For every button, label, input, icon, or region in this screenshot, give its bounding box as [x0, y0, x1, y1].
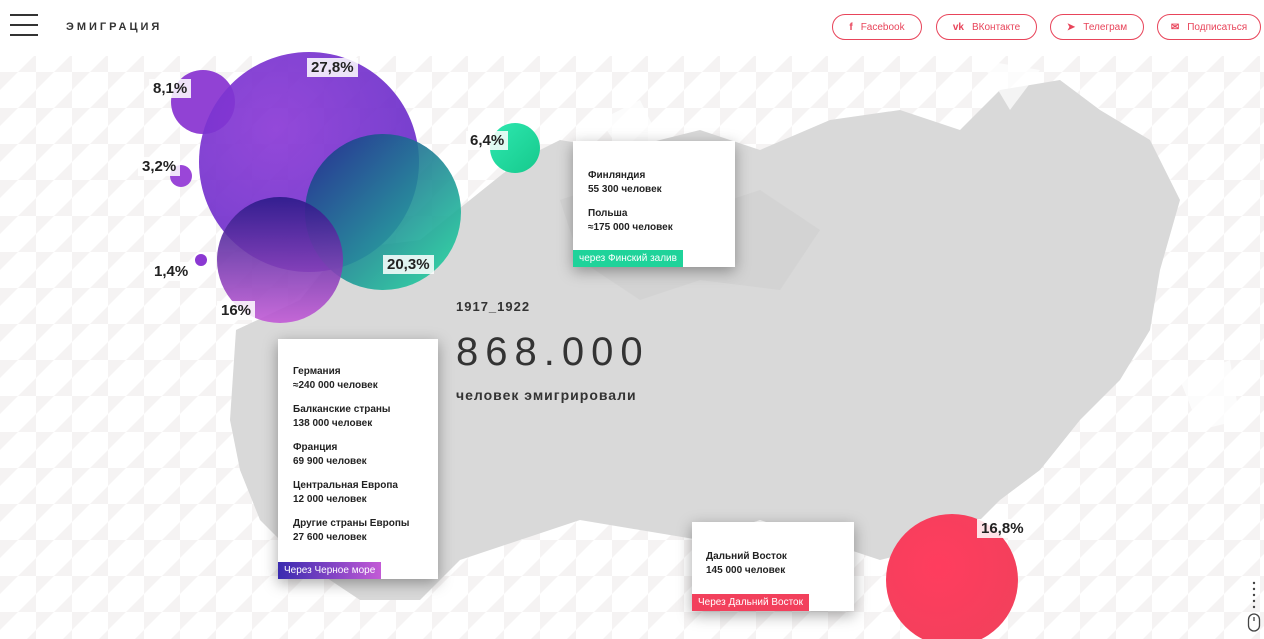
country-count: 69 900 человек — [293, 456, 367, 467]
card-entry: Другие страны Европы 27 600 человек — [293, 517, 426, 545]
card-entry: Финляндия 55 300 человек — [588, 169, 721, 197]
country-count: 12 000 человек — [293, 494, 367, 505]
country-count: 138 000 человек — [293, 418, 373, 429]
card-entry: Польша ≈175 000 человек — [588, 207, 721, 235]
telegram-label: Телеграм — [1083, 21, 1128, 33]
site-title: ЭМИГРАЦИЯ — [66, 21, 163, 33]
card-black-sea[interactable]: Германия ≈240 000 человек Балканские стр… — [278, 339, 438, 579]
route-label: Через Дальний Восток — [692, 594, 809, 611]
facebook-label: Facebook — [860, 21, 905, 33]
site-header: ЭМИГРАЦИЯ f Facebook vk ВКонтакте ➤ Теле… — [0, 0, 1264, 56]
country-count: ≈175 000 человек — [588, 222, 673, 233]
pct-germany: 27,8% — [307, 58, 358, 77]
total-emigrants: 868.000 — [456, 330, 650, 374]
country-name: Финляндия — [588, 170, 646, 181]
country-name: Центральная Европа — [293, 480, 398, 491]
menu-icon[interactable] — [10, 14, 38, 36]
country-name: Польша — [588, 208, 628, 219]
route-label: через Финский залив — [573, 250, 683, 267]
country-name: Балканские страны — [293, 404, 391, 415]
telegram-icon: ➤ — [1066, 21, 1076, 33]
country-count: 27 600 человек — [293, 532, 367, 543]
facebook-button[interactable]: f Facebook — [832, 14, 922, 40]
card-entry: Центральная Европа 12 000 человек — [293, 479, 426, 507]
card-finland[interactable]: Финляндия 55 300 человек Польша ≈175 000… — [573, 141, 735, 267]
card-entry: Дальний Восток 145 000 человек — [706, 550, 840, 578]
subscribe-button[interactable]: ✉ Подписаться — [1157, 14, 1261, 40]
vk-button[interactable]: vk ВКонтакте — [936, 14, 1037, 40]
pct-green-small: 6,4% — [466, 131, 509, 150]
pct-small-1: 8,1% — [149, 79, 192, 98]
card-entry: Балканские страны 138 000 человек — [293, 403, 426, 431]
facebook-icon: f — [849, 21, 853, 33]
card-entry: Германия ≈240 000 человек — [293, 365, 426, 393]
scroll-mouse-icon — [1247, 581, 1261, 632]
total-caption: человек эмигрировали — [456, 387, 637, 403]
country-count: ≈240 000 человек — [293, 380, 378, 391]
telegram-button[interactable]: ➤ Телеграм — [1050, 14, 1144, 40]
country-count: 145 000 человек — [706, 565, 786, 576]
vk-icon: vk — [952, 21, 964, 33]
pct-green-big: 20,3% — [383, 255, 434, 274]
pct-far-east: 16,8% — [977, 519, 1028, 538]
route-label: Через Черное море — [278, 562, 382, 579]
vk-label: ВКонтакте — [972, 21, 1021, 33]
pct-small-3: 1,4% — [150, 262, 193, 281]
pct-bottom: 16% — [217, 301, 256, 320]
country-count: 55 300 человек — [588, 184, 662, 195]
period-label: 1917_1922 — [456, 299, 531, 314]
country-name: Дальний Восток — [706, 551, 787, 562]
mail-icon: ✉ — [1170, 21, 1180, 33]
country-name: Франция — [293, 442, 338, 453]
card-far-east[interactable]: Дальний Восток 145 000 человек Через Дал… — [692, 522, 854, 611]
bubble-small-3 — [195, 254, 207, 266]
pct-small-2: 3,2% — [138, 157, 181, 176]
country-name: Другие страны Европы — [293, 518, 410, 529]
card-entry: Франция 69 900 человек — [293, 441, 426, 469]
country-name: Германия — [293, 366, 341, 377]
subscribe-label: Подписаться — [1187, 21, 1248, 33]
